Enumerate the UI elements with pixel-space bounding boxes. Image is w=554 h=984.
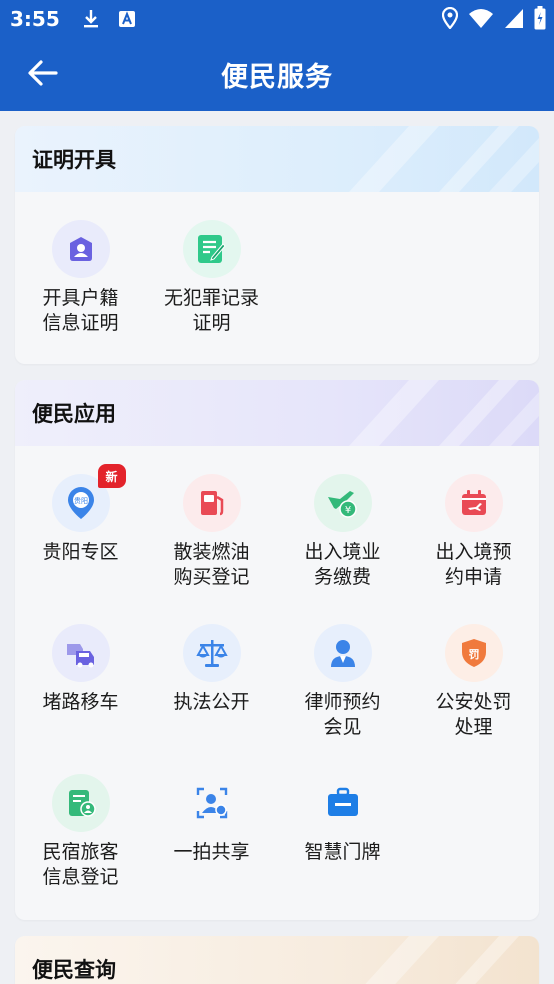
service-exit-entry-payment[interactable]: ¥ 出入境业 务缴费 [277,474,408,590]
penalty-shield-icon: 罚 [444,624,503,682]
status-bar: 3:55 [0,0,554,38]
service-label: 公安处罚 处理 [435,691,512,738]
svg-text:贵阳: 贵阳 [74,496,88,505]
document-edit-icon [182,220,241,278]
service-guiyang-zone[interactable]: 贵阳 新 贵阳专区 [15,464,146,565]
status-time: 3:55 [10,7,60,31]
section-convenience-query: 便民查询 [15,936,539,984]
service-label: 出入境预 约申请 [435,541,512,588]
service-label: 贵阳专区 [42,541,119,563]
service-label: 散装燃油 购买登记 [173,541,250,588]
header-decoration [365,936,519,984]
service-exit-entry-appointment[interactable]: 出入境预 约申请 [408,474,539,590]
service-label: 无犯罪记录 证明 [163,287,259,334]
service-move-car[interactable]: 堵路移车 [15,624,146,715]
header-decoration [349,380,539,446]
service-label: 堵路移车 [42,691,119,713]
service-household-certificate[interactable]: 开具户籍 信息证明 [15,220,146,336]
section-header: 便民查询 [15,936,539,984]
service-police-penalty[interactable]: 罚 公安处罚 处理 [408,624,539,740]
service-lawyer-appointment[interactable]: 律师预约 会见 [277,624,408,740]
new-badge: 新 [97,464,126,488]
service-label: 执法公开 [173,691,250,713]
service-no-criminal-record[interactable]: 无犯罪记录 证明 [146,220,277,336]
notification-a-icon [118,11,135,27]
service-homestay-registration[interactable]: 民宿旅客 信息登记 [15,774,146,890]
section-title: 证明开具 [32,148,116,172]
svg-text:¥: ¥ [344,505,350,516]
guiyang-pin-icon: 贵阳 新 [51,464,126,532]
section-title: 便民应用 [32,402,116,426]
fuel-pump-icon [182,474,241,532]
service-label: 律师预约 会见 [304,691,381,738]
scales-icon [182,624,241,682]
wifi-icon [469,9,493,28]
service-law-enforcement-public[interactable]: 执法公开 [146,624,277,715]
lawyer-icon [313,624,372,682]
service-label: 出入境业 务缴费 [304,541,381,588]
header-decoration [349,126,539,192]
battery-icon [534,6,546,30]
service-label: 开具户籍 信息证明 [42,287,119,334]
service-label: 民宿旅客 信息登记 [42,841,119,888]
signal-icon [505,9,523,28]
service-bulk-fuel[interactable]: 散装燃油 购买登记 [146,474,277,590]
section-certificates: 证明开具 开具户籍 信息证明 无犯罪记录 证明 [15,126,539,364]
guest-register-icon [51,774,110,832]
service-label: 一拍共享 [173,841,250,863]
section-title: 便民查询 [32,958,116,982]
app-bar: 3:55 便民服务 [0,0,554,111]
plane-payment-icon: ¥ [313,474,372,532]
service-photo-share[interactable]: 一拍共享 [146,774,277,865]
back-arrow-icon[interactable] [26,56,60,90]
calendar-plane-icon [444,474,503,532]
service-smart-door-plate[interactable]: 智慧门牌 [277,774,408,865]
download-icon [83,10,98,28]
service-label: 智慧门牌 [304,841,381,863]
section-convenience-apps: 便民应用 贵阳 新 贵阳专区 散装燃油 购买登记 ¥ 出入境业 务缴费 出入境预… [15,380,539,920]
photo-share-icon [183,774,241,832]
section-header: 证明开具 [15,126,539,192]
door-plate-icon [314,774,372,832]
svg-text:罚: 罚 [468,648,479,661]
page-title: 便民服务 [221,61,333,93]
section-header: 便民应用 [15,380,539,446]
user-lock-icon [51,220,110,278]
cars-icon [51,624,110,682]
location-icon [442,7,458,29]
